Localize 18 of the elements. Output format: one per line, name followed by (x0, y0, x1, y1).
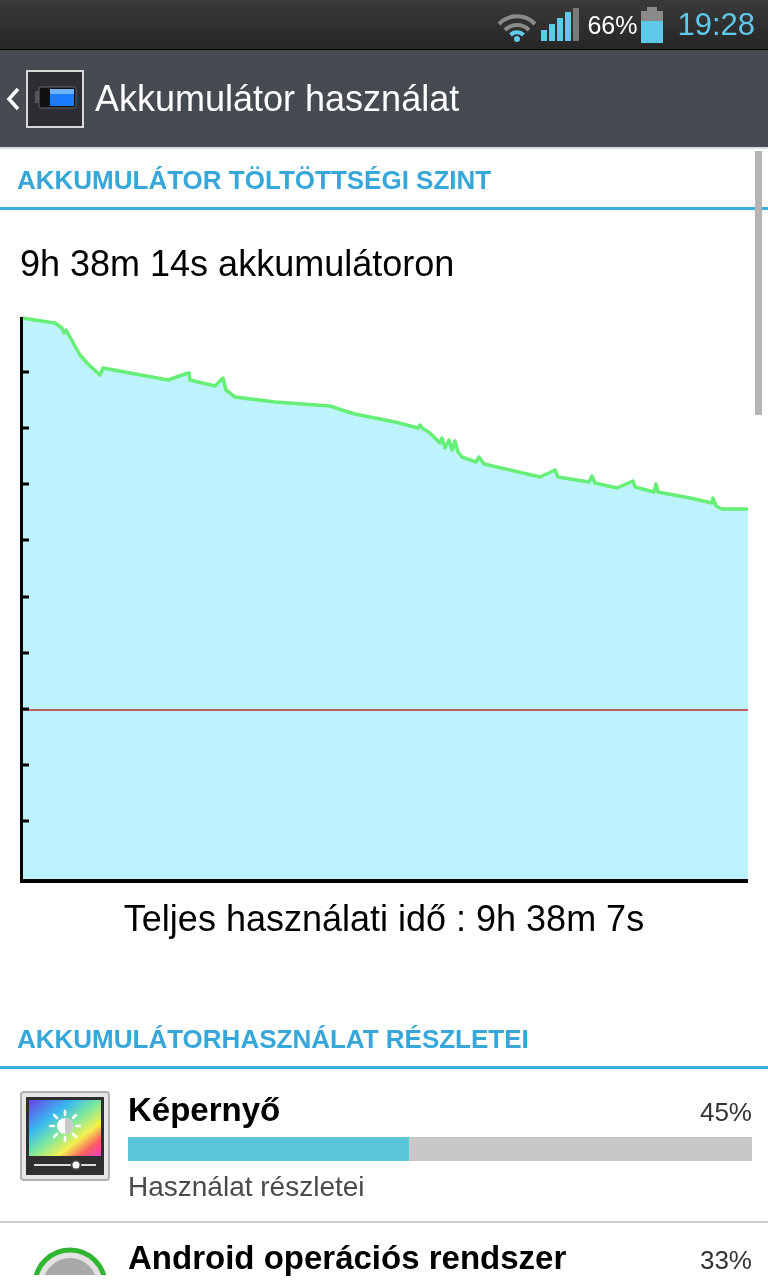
usage-details-link[interactable]: Használat részletei (128, 1171, 752, 1203)
item-name: Képernyő (128, 1091, 281, 1129)
on-battery-time: 9h 38m 14s akkumulátoron (19, 243, 456, 285)
display-brightness-icon (20, 1091, 110, 1181)
battery-icon (26, 69, 84, 128)
section-header: AKKUMULÁTOR TÖLTÖTTSÉGI SZINT (17, 165, 493, 195)
battery-icon (641, 6, 664, 43)
screen-title: Akkumulátor használat (95, 77, 460, 120)
item-percent: 33% (699, 1245, 752, 1275)
ring-icon (32, 1247, 108, 1275)
total-usage-time: Teljes használati idő : 9h 38m 7s (123, 898, 645, 940)
section-header: AKKUMULÁTORHASZNÁLAT RÉSZLETEI (17, 1024, 530, 1054)
item-name: Android operációs rendszer (128, 1239, 567, 1277)
battery-percent: 66% (587, 10, 638, 39)
chevron-left-icon (6, 86, 20, 111)
signal-icon (541, 8, 580, 41)
clock: 19:28 (677, 7, 755, 42)
item-percent: 45% (699, 1097, 752, 1127)
